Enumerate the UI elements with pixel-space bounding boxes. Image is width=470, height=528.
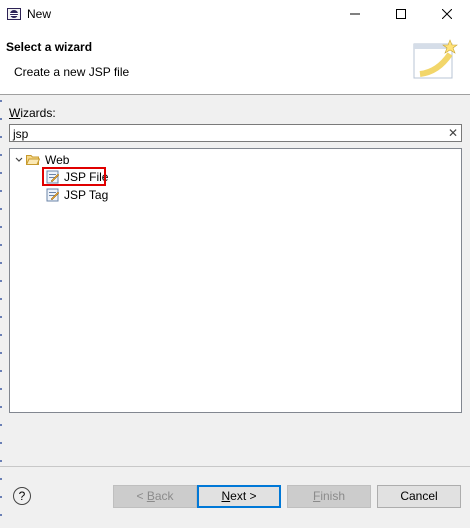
back-button[interactable]: < Back — [113, 485, 197, 508]
help-button[interactable]: ? — [13, 487, 31, 505]
maximize-button[interactable] — [378, 0, 424, 30]
header-title: Select a wizard — [6, 40, 93, 54]
back-prefix: < — [136, 489, 147, 503]
footer-separator — [0, 466, 470, 467]
jsp-tag-icon — [46, 188, 60, 202]
window-title: New — [27, 7, 52, 21]
wizard-filter-input[interactable]: jsp ✕ — [9, 124, 462, 142]
back-rest: ack — [154, 489, 174, 503]
tree-folder-label: Web — [45, 153, 70, 167]
cancel-label: Cancel — [400, 489, 438, 503]
clear-filter-icon[interactable]: ✕ — [448, 126, 458, 140]
wizards-label-rest: izards: — [20, 106, 56, 120]
filter-value: jsp — [13, 127, 29, 141]
back-accel: B — [146, 489, 155, 503]
next-suffix: > — [246, 489, 257, 503]
minimize-icon — [350, 8, 360, 22]
help-icon: ? — [18, 489, 26, 503]
expand-chevron-icon[interactable] — [12, 155, 26, 165]
next-accel: N — [221, 489, 231, 503]
wizard-header: Select a wizard Create a new JSP file — [0, 30, 470, 95]
maximize-icon — [396, 8, 406, 22]
finish-button[interactable]: Finish — [287, 485, 371, 508]
header-description: Create a new JSP file — [14, 65, 130, 79]
wizards-label-accel: W — [9, 106, 21, 120]
close-icon — [441, 8, 453, 22]
title-bar: New — [0, 0, 470, 30]
tree-item-jsp-tag[interactable]: JSP Tag — [46, 186, 108, 204]
next-button[interactable]: Next > — [197, 485, 281, 508]
minimize-button[interactable] — [332, 0, 378, 30]
eclipse-app-icon — [6, 6, 22, 22]
cancel-button[interactable]: Cancel — [377, 485, 461, 508]
finish-rest: inish — [320, 489, 346, 503]
wizards-label: Wizards: — [9, 106, 56, 120]
wizard-tree[interactable]: Web JSP File JSP Tag — [9, 148, 462, 413]
open-folder-icon — [25, 154, 41, 166]
close-button[interactable] — [424, 0, 470, 30]
selection-highlight — [42, 167, 106, 186]
next-rest: ext — [230, 489, 247, 503]
tree-item-label: JSP Tag — [64, 188, 109, 202]
wizard-banner-icon — [410, 38, 460, 82]
